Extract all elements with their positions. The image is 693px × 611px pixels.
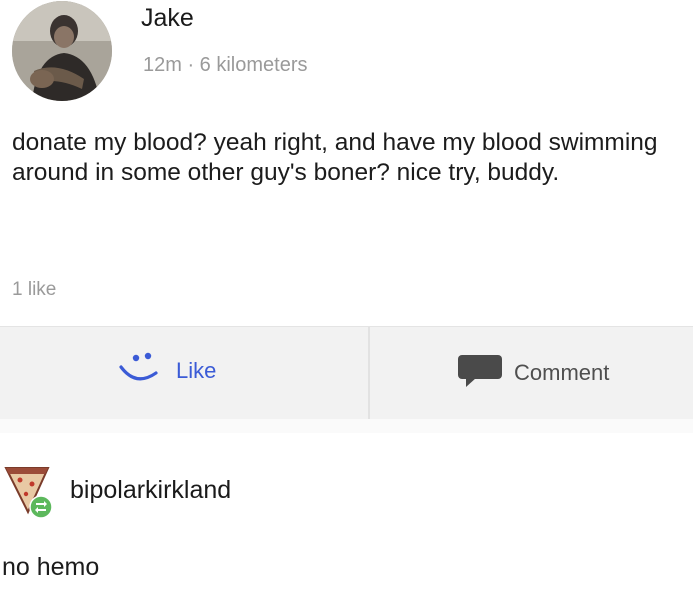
action-divider	[368, 327, 370, 419]
reblog-section: bipolarkirkland no hemo	[0, 433, 693, 611]
reblog-username[interactable]: bipolarkirkland	[70, 476, 231, 505]
author-name[interactable]: Jake	[141, 4, 194, 33]
post-card: Jake 12m · 6 kilometers donate my blood?…	[0, 0, 693, 434]
post-bottom-strip	[0, 419, 693, 434]
smiley-icon	[112, 349, 168, 394]
reblog-icon	[29, 495, 53, 524]
author-avatar[interactable]	[12, 1, 112, 101]
post-text: donate my blood? yeah right, and have my…	[12, 129, 658, 186]
comment-label: Comment	[514, 360, 610, 385]
speech-bubble-icon	[456, 353, 504, 394]
like-label: Like	[176, 358, 217, 383]
reblog-avatar[interactable]	[2, 460, 66, 524]
action-bar: Like Comment	[0, 326, 693, 420]
comment-button[interactable]: Comment	[456, 353, 609, 393]
post-meta: 12m · 6 kilometers	[143, 54, 308, 76]
author-photo	[12, 1, 112, 101]
reblog-text: no hemo	[2, 553, 100, 581]
likes-count[interactable]: 1 like	[12, 279, 56, 301]
like-button[interactable]: Like	[112, 351, 216, 391]
